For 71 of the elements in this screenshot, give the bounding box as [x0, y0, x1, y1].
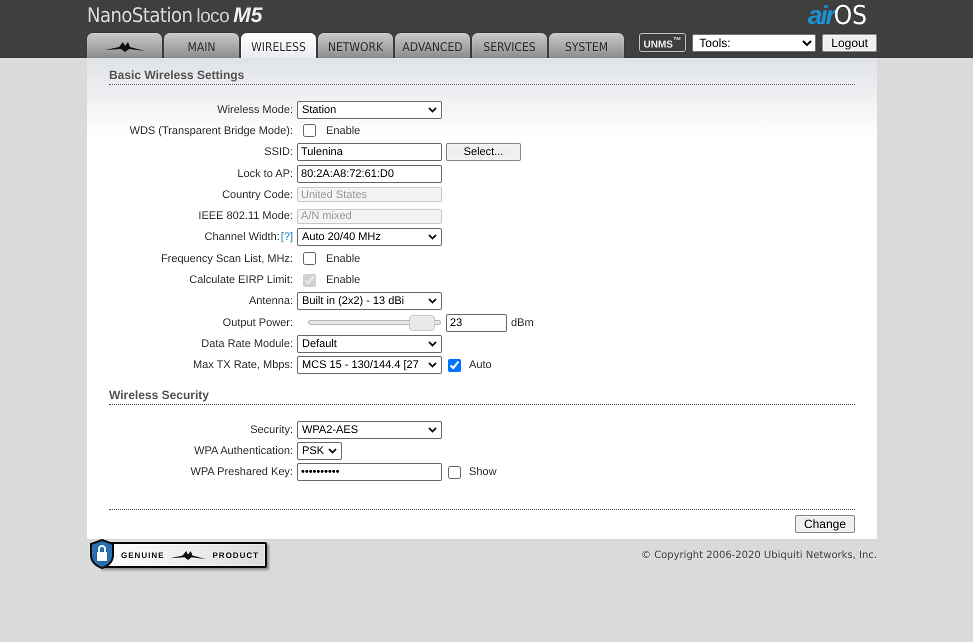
field-label: Antenna: [248, 295, 294, 308]
change-button[interactable]: Change [794, 514, 855, 533]
field-label: WPA Preshared Key: [189, 466, 294, 478]
nav-tab[interactable]: MAIN [164, 33, 239, 58]
checkbox-label: Enable [326, 124, 360, 137]
field-label: WPA Authentication: [193, 444, 294, 457]
select-field[interactable]: Built in (2x2) - 13 dBi [297, 292, 442, 310]
unms-badge[interactable]: UNMS$^{™}$ [638, 32, 686, 52]
field-label: Output Power: [222, 316, 294, 329]
product-model: M5 [233, 4, 262, 28]
field-label: SSID: [263, 146, 294, 158]
field-label: Channel Width:[?] [204, 231, 294, 244]
select-field[interactable]: MCS 15 - 130/144.4 [27 [297, 356, 442, 374]
select-field[interactable]: Default [297, 334, 442, 353]
select-field[interactable]: Station [297, 100, 442, 119]
checkbox-label: Auto [469, 359, 492, 372]
nav-tab[interactable]: ADVANCED [395, 33, 470, 58]
chevron-down-icon [328, 448, 338, 454]
antenna-logo-icon [170, 550, 206, 560]
chevron-down-icon [428, 340, 437, 347]
tools-select[interactable]: Tools: [692, 34, 816, 52]
field-label: Calculate EIRP Limit: [188, 274, 294, 286]
field-label: Wireless Mode: [216, 104, 294, 116]
field-label: Security: [249, 424, 294, 436]
unit-label: dBm [511, 316, 534, 329]
product-variant: loco [196, 6, 230, 28]
select-button[interactable]: Select... [446, 143, 521, 162]
chevron-down-icon [428, 106, 437, 113]
power-field[interactable]: 23 [446, 314, 507, 332]
section-title: Wireless Security [109, 388, 855, 405]
text-field[interactable]: 80:2A:A8:72:61:D0 [297, 164, 442, 183]
password-field[interactable]: •••••••••• [297, 463, 442, 482]
slider-thumb[interactable] [409, 314, 436, 331]
select-field[interactable]: WPA2-AES [297, 420, 442, 438]
checkbox[interactable] [448, 358, 461, 372]
badge-text: GENUINE [121, 550, 164, 560]
field-label: WDS (Transparent Bridge Mode): [128, 124, 294, 137]
checkbox[interactable] [303, 252, 316, 266]
nav-tab[interactable] [87, 33, 162, 58]
field-label: Country Code: [221, 188, 294, 201]
nav-tab[interactable]: SERVICES [472, 33, 547, 58]
nav-tab[interactable]: WIRELESS [241, 33, 316, 58]
help-link[interactable]: [?] [280, 231, 293, 244]
slider[interactable] [308, 314, 441, 331]
chevron-down-icon [428, 426, 437, 432]
checkbox-label: Enable [326, 274, 360, 286]
field-label: Max TX Rate, Mbps: [192, 359, 294, 372]
copyright-text: © Copyright 2006-2020 Ubiquiti Networks, Inc. [641, 550, 877, 560]
checkbox-label: Show [469, 466, 497, 478]
antenna-logo-icon [104, 41, 144, 53]
section-title: Basic Wireless Settings [109, 68, 855, 85]
chevron-down-icon [428, 298, 437, 304]
logout-button[interactable]: Logout [822, 34, 877, 52]
nav-tab[interactable]: NETWORK [318, 33, 393, 58]
product-name: NanoStation [87, 3, 192, 27]
select-field[interactable]: Auto 20/40 MHz [297, 228, 442, 246]
checkbox[interactable] [303, 124, 316, 138]
chevron-down-icon [428, 234, 437, 240]
checkbox[interactable] [448, 466, 461, 479]
field-label: IEEE 802.11 Mode: [197, 210, 294, 222]
badge-text: PRODUCT [212, 550, 260, 560]
os-logo-suffix: OS [834, 2, 867, 30]
text-field[interactable]: Tulenina [297, 143, 442, 162]
checkbox-label: Enable [326, 252, 360, 265]
os-logo-prefix: air [808, 1, 834, 29]
nav-tab[interactable]: SYSTEM [549, 33, 624, 58]
field-label: Lock to AP: [236, 168, 294, 180]
select-field[interactable]: PSK [297, 442, 342, 460]
field-label: Frequency Scan List, MHz: [160, 252, 294, 265]
chevron-down-icon [428, 362, 437, 368]
field-label: Data Rate Module: [200, 338, 294, 350]
